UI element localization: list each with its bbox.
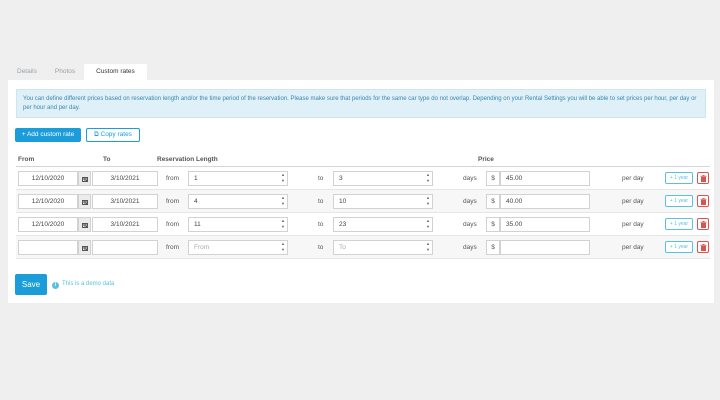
stepper-icon[interactable]: ▲ ▼ (426, 218, 430, 230)
table-row: 12/10/2020 3/10/2021 from 11 ▲ ▼ to 23 ▲ ▼ days $35… (16, 213, 710, 236)
from-date-input[interactable]: 12/10/2020 (18, 217, 78, 232)
add-one-year-button[interactable]: + 1 year (665, 195, 693, 207)
stepper-icon[interactable]: ▲ ▼ (426, 195, 430, 207)
delete-rate-button[interactable] (697, 172, 709, 184)
stepper-icon[interactable]: ▲ ▼ (281, 195, 285, 207)
from-date-input[interactable] (18, 240, 78, 255)
price-input[interactable]: 35.00 (500, 217, 590, 232)
delete-rate-button[interactable] (697, 241, 709, 253)
to-date-input[interactable] (92, 240, 158, 255)
length-from-value: 4 (194, 198, 198, 205)
copy-rates-label: Copy rates (100, 131, 132, 138)
to-label: to (318, 175, 324, 182)
delete-rate-button[interactable] (697, 218, 709, 230)
table-row: 12/10/2020 3/10/2021 from 4 ▲ ▼ to 10 ▲ ▼ days $40.… (16, 190, 710, 213)
days-label: days (463, 198, 477, 205)
length-to-value: To (339, 244, 346, 251)
stepper-icon[interactable]: ▲ ▼ (281, 241, 285, 253)
per-day-label: per day (622, 198, 644, 205)
from-label: from (166, 198, 179, 205)
from-label: from (166, 221, 179, 228)
from-label: from (166, 244, 179, 251)
per-day-label: per day (622, 221, 644, 228)
from-date-picker-button[interactable] (78, 171, 91, 186)
per-day-label: per day (622, 244, 644, 251)
from-date-picker-button[interactable] (78, 217, 91, 232)
header-from: From (18, 156, 35, 163)
length-to-input[interactable]: 23 ▲ ▼ (333, 217, 433, 232)
stepper-icon[interactable]: ▲ ▼ (281, 172, 285, 184)
days-label: days (463, 221, 477, 228)
currency-addon: $ (486, 194, 500, 209)
info-alert: You can define different prices based on… (16, 89, 706, 118)
header-reservation-length: Reservation Length (157, 156, 218, 163)
price-input[interactable]: 40.00 (500, 194, 590, 209)
to-date-input[interactable]: 3/10/2021 (92, 194, 158, 209)
to-date-input[interactable]: 3/10/2021 (92, 171, 158, 186)
tab-details[interactable]: Details (8, 64, 46, 80)
save-button[interactable]: Save (15, 274, 47, 295)
table-row: 12/10/2020 3/10/2021 from 1 ▲ ▼ to 3 ▲ ▼ days $45.0… (16, 167, 710, 190)
from-date-input[interactable]: 12/10/2020 (18, 194, 78, 209)
days-label: days (463, 175, 477, 182)
tab-custom-rates[interactable]: Custom rates (84, 64, 147, 80)
to-label: to (318, 244, 324, 251)
copy-rates-button[interactable]: ⧉ Copy rates (86, 128, 140, 142)
length-from-value: 1 (194, 175, 198, 182)
add-one-year-button[interactable]: + 1 year (665, 241, 693, 253)
info-icon: i (52, 282, 59, 289)
stepper-icon[interactable]: ▲ ▼ (281, 218, 285, 230)
length-to-value: 23 (339, 221, 347, 228)
length-from-input[interactable]: 4 ▲ ▼ (188, 194, 288, 209)
from-date-picker-button[interactable] (78, 240, 91, 255)
length-to-value: 10 (339, 198, 347, 205)
header-to: To (103, 156, 111, 163)
currency-addon: $ (486, 217, 500, 232)
per-day-label: per day (622, 175, 644, 182)
length-from-input[interactable]: From ▲ ▼ (188, 240, 288, 255)
add-one-year-button[interactable]: + 1 year (665, 172, 693, 184)
tab-bar: Details Photos Custom rates (8, 64, 147, 80)
length-from-value: 11 (194, 221, 201, 228)
tab-photos[interactable]: Photos (46, 64, 84, 80)
price-input[interactable] (500, 240, 590, 255)
stepper-icon[interactable]: ▲ ▼ (426, 241, 430, 253)
add-one-year-button[interactable]: + 1 year (665, 218, 693, 230)
length-to-input[interactable]: To ▲ ▼ (333, 240, 433, 255)
from-date-input[interactable]: 12/10/2020 (18, 171, 78, 186)
length-from-input[interactable]: 1 ▲ ▼ (188, 171, 288, 186)
header-price: Price (478, 156, 494, 163)
days-label: days (463, 244, 477, 251)
length-to-input[interactable]: 3 ▲ ▼ (333, 171, 433, 186)
length-to-value: 3 (339, 175, 343, 182)
length-from-input[interactable]: 11 ▲ ▼ (188, 217, 288, 232)
to-label: to (318, 221, 324, 228)
add-custom-rate-button[interactable]: + Add custom rate (15, 128, 81, 142)
to-date-input[interactable]: 3/10/2021 (92, 217, 158, 232)
from-date-picker-button[interactable] (78, 194, 91, 209)
table-row: from From ▲ ▼ to To ▲ ▼ days $ per day + 1 year (16, 236, 710, 259)
from-label: from (166, 175, 179, 182)
custom-rates-panel: You can define different prices based on… (8, 80, 714, 303)
demo-note-text: This is a demo data (62, 281, 115, 287)
currency-addon: $ (486, 240, 500, 255)
demo-note: i This is a demo data (52, 280, 114, 289)
delete-rate-button[interactable] (697, 195, 709, 207)
length-from-value: From (194, 244, 210, 251)
currency-addon: $ (486, 171, 500, 186)
stepper-icon[interactable]: ▲ ▼ (426, 172, 430, 184)
price-input[interactable]: 45.00 (500, 171, 590, 186)
length-to-input[interactable]: 10 ▲ ▼ (333, 194, 433, 209)
to-label: to (318, 198, 324, 205)
